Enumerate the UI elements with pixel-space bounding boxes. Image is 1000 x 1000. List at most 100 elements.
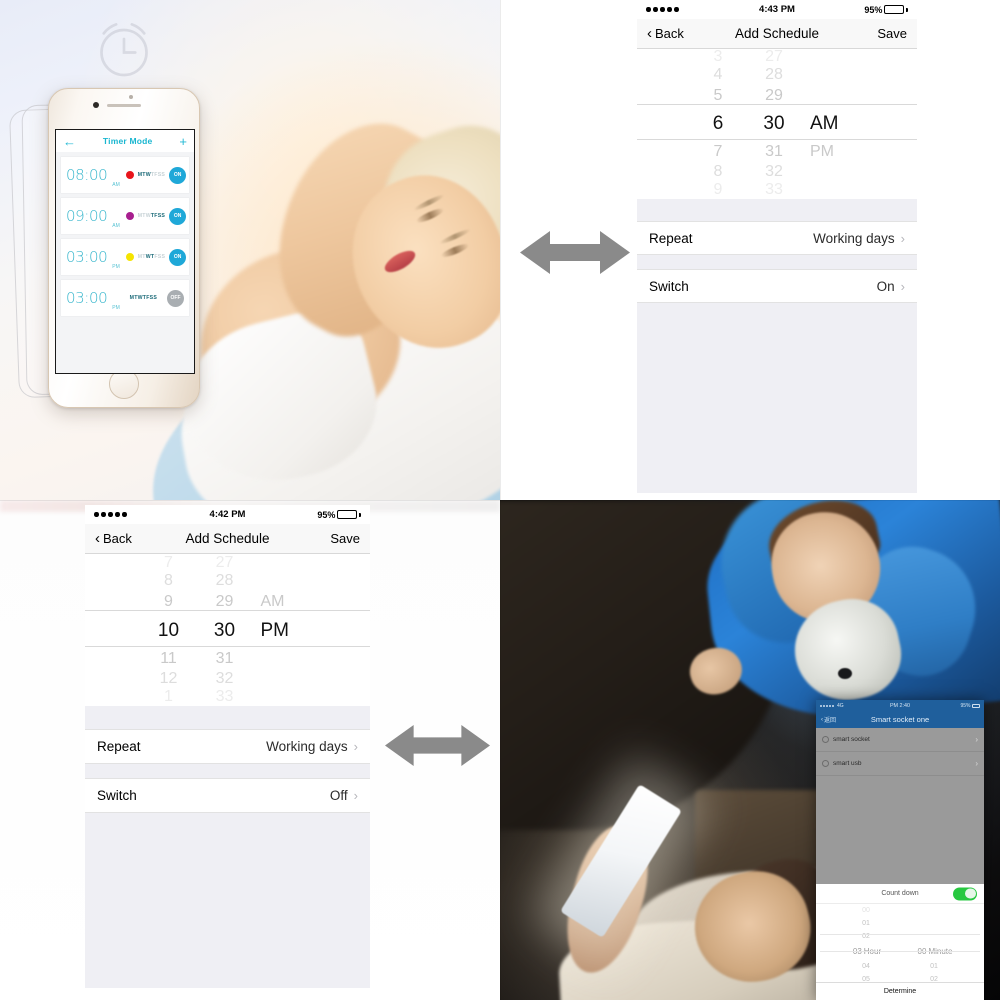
picker-option[interactable]: 32 bbox=[216, 669, 234, 689]
switch-row[interactable]: Switch Off › bbox=[85, 778, 370, 813]
picker-option[interactable]: 5 bbox=[714, 85, 723, 106]
list-item-label: smart usb bbox=[833, 760, 862, 767]
minute-wheel[interactable]: 00Minute 01 02 03 bbox=[907, 904, 961, 982]
repeat-value: Working days bbox=[266, 739, 348, 754]
picker-option[interactable]: 33 bbox=[765, 182, 783, 198]
picker-option[interactable]: 01 bbox=[930, 960, 938, 973]
timer-state-toggle[interactable]: ON bbox=[169, 248, 187, 266]
picker-option[interactable]: 04 bbox=[862, 960, 870, 973]
time-picker[interactable]: 7 8 9 10 11 12 1 27 28 29 30 31 32 33 AM… bbox=[85, 554, 370, 706]
list-item-label: smart socket bbox=[833, 736, 870, 743]
picker-option[interactable]: 28 bbox=[765, 65, 783, 85]
hour-wheel[interactable]: 00 01 02 03Hour 04 05 06 bbox=[839, 904, 893, 982]
picker-option[interactable]: 27 bbox=[216, 554, 234, 571]
picker-option[interactable]: 32 bbox=[765, 162, 783, 182]
repeat-row[interactable]: Repeat Working days › bbox=[637, 221, 917, 255]
picker-option[interactable]: 02 bbox=[930, 973, 938, 982]
timer-time: 08:00 bbox=[66, 166, 108, 184]
timer-state-toggle[interactable]: ON bbox=[169, 207, 187, 225]
picker-option[interactable]: 27 bbox=[765, 49, 783, 65]
picker-option[interactable]: 1 bbox=[164, 688, 173, 704]
list-item[interactable]: smart usb › bbox=[816, 752, 984, 776]
plus-icon[interactable]: + bbox=[179, 135, 187, 148]
timer-list-item[interactable]: 03:00 PM MTWTFSS OFF bbox=[61, 280, 189, 316]
picker-option[interactable]: 8 bbox=[714, 162, 723, 182]
battery-percent: 95% bbox=[960, 702, 971, 709]
time-picker[interactable]: 3 4 5 6 7 8 9 27 28 29 30 31 32 33 AM PM bbox=[637, 49, 917, 199]
minute-wheel[interactable]: 27 28 29 30 31 32 33 bbox=[197, 554, 253, 704]
switch-label: Switch bbox=[649, 278, 689, 294]
meridiem-wheel[interactable]: AM PM bbox=[253, 554, 315, 704]
countdown-picker[interactable]: 00 01 02 03Hour 04 05 06 00Minu bbox=[816, 904, 984, 982]
switch-label: Switch bbox=[97, 788, 137, 803]
picker-option[interactable]: 31 bbox=[216, 648, 234, 669]
hour-wheel[interactable]: 7 8 9 10 11 12 1 bbox=[141, 554, 197, 704]
timer-days-inactive: FSS bbox=[154, 254, 166, 260]
picker-option[interactable]: 01 bbox=[862, 917, 870, 930]
timer-days-active: MTW bbox=[137, 172, 151, 178]
timer-list-item[interactable]: 03:00 PM MTWTFSS ON bbox=[61, 239, 189, 275]
group-spacer bbox=[637, 199, 917, 221]
phone-screen: ← Timer Mode + 08:00 AM MTWTFSS ON 09:00… bbox=[55, 129, 195, 374]
picker-option-selected[interactable]: 10 bbox=[158, 612, 179, 648]
picker-option-selected[interactable]: 30 bbox=[214, 612, 235, 648]
picker-option[interactable]: 12 bbox=[160, 669, 178, 689]
minute-wheel[interactable]: 27 28 29 30 31 32 33 bbox=[746, 49, 802, 198]
chevron-right-icon: › bbox=[353, 739, 358, 754]
picker-option-selected[interactable]: PM bbox=[261, 612, 290, 648]
save-button[interactable]: Save bbox=[330, 531, 360, 546]
save-button[interactable]: Save bbox=[877, 26, 907, 41]
picker-option[interactable]: 3 bbox=[714, 49, 723, 65]
timer-days: MTWTFSS bbox=[138, 254, 165, 260]
picker-option[interactable]: 00 bbox=[862, 904, 870, 917]
picker-option-selected[interactable]: 30 bbox=[763, 106, 784, 141]
clock-icon bbox=[822, 736, 829, 743]
determine-button[interactable]: Determine bbox=[816, 982, 984, 1000]
picker-option[interactable]: 31 bbox=[765, 141, 783, 162]
hour-wheel[interactable]: 3 4 5 6 7 8 9 bbox=[690, 49, 746, 198]
picker-option[interactable]: 7 bbox=[164, 554, 173, 571]
picker-option[interactable]: 8 bbox=[164, 571, 173, 591]
navigation-bar: ‹ Back Add Schedule Save bbox=[85, 524, 370, 554]
picker-option[interactable]: 28 bbox=[216, 571, 234, 591]
timer-meridiem: AM bbox=[112, 182, 120, 188]
group-spacer bbox=[637, 255, 917, 269]
battery-icon bbox=[337, 510, 358, 519]
list-item[interactable]: smart socket › bbox=[816, 728, 984, 752]
battery-indicator: 95% bbox=[960, 703, 980, 709]
picker-option[interactable]: 9 bbox=[714, 182, 723, 198]
repeat-row[interactable]: Repeat Working days › bbox=[85, 729, 370, 764]
timer-list-item[interactable]: 09:00 AM MTWTFSS ON bbox=[61, 198, 189, 234]
back-button[interactable]: ‹ Back bbox=[95, 531, 132, 546]
page-title: Smart socket one bbox=[870, 715, 930, 724]
picker-option[interactable]: AM bbox=[261, 591, 285, 612]
chevron-right-icon: › bbox=[975, 759, 978, 768]
picker-option[interactable]: 29 bbox=[216, 591, 234, 612]
meridiem-wheel[interactable]: AM PM bbox=[802, 49, 864, 198]
timer-days: MTWTFSS bbox=[124, 295, 163, 301]
picker-option[interactable]: 4 bbox=[714, 65, 723, 85]
timer-days: MTWTFSS bbox=[138, 172, 165, 178]
timer-mode-header: ← Timer Mode + bbox=[56, 130, 194, 152]
status-bar: 4:42 PM 95% bbox=[85, 505, 370, 524]
timer-state-toggle[interactable]: ON bbox=[169, 166, 187, 184]
picker-option[interactable]: 29 bbox=[765, 85, 783, 106]
picker-option[interactable]: 9 bbox=[164, 591, 173, 612]
picker-option[interactable]: 02 bbox=[862, 930, 870, 943]
status-bar: 4:43 PM 95% bbox=[637, 0, 917, 19]
timer-list-item[interactable]: 08:00 AM MTWTFSS ON bbox=[61, 157, 189, 193]
back-button[interactable]: ‹ Back bbox=[647, 26, 684, 41]
picker-option[interactable]: 11 bbox=[160, 648, 177, 669]
timer-state-toggle[interactable]: OFF bbox=[167, 289, 184, 307]
picker-option-selected[interactable]: 6 bbox=[713, 106, 724, 141]
arrow-left-icon[interactable]: ← bbox=[63, 135, 76, 148]
switch-row[interactable]: Switch On › bbox=[637, 269, 917, 303]
group-spacer bbox=[85, 764, 370, 778]
picker-option[interactable]: 7 bbox=[714, 141, 723, 162]
countdown-toggle[interactable] bbox=[953, 887, 977, 900]
picker-option-selected[interactable]: AM bbox=[810, 106, 839, 141]
picker-option[interactable]: PM bbox=[810, 141, 834, 162]
picker-option[interactable]: 33 bbox=[216, 688, 234, 704]
timer-days: MTWTFSS bbox=[138, 213, 165, 219]
picker-option[interactable]: 05 bbox=[862, 973, 870, 982]
